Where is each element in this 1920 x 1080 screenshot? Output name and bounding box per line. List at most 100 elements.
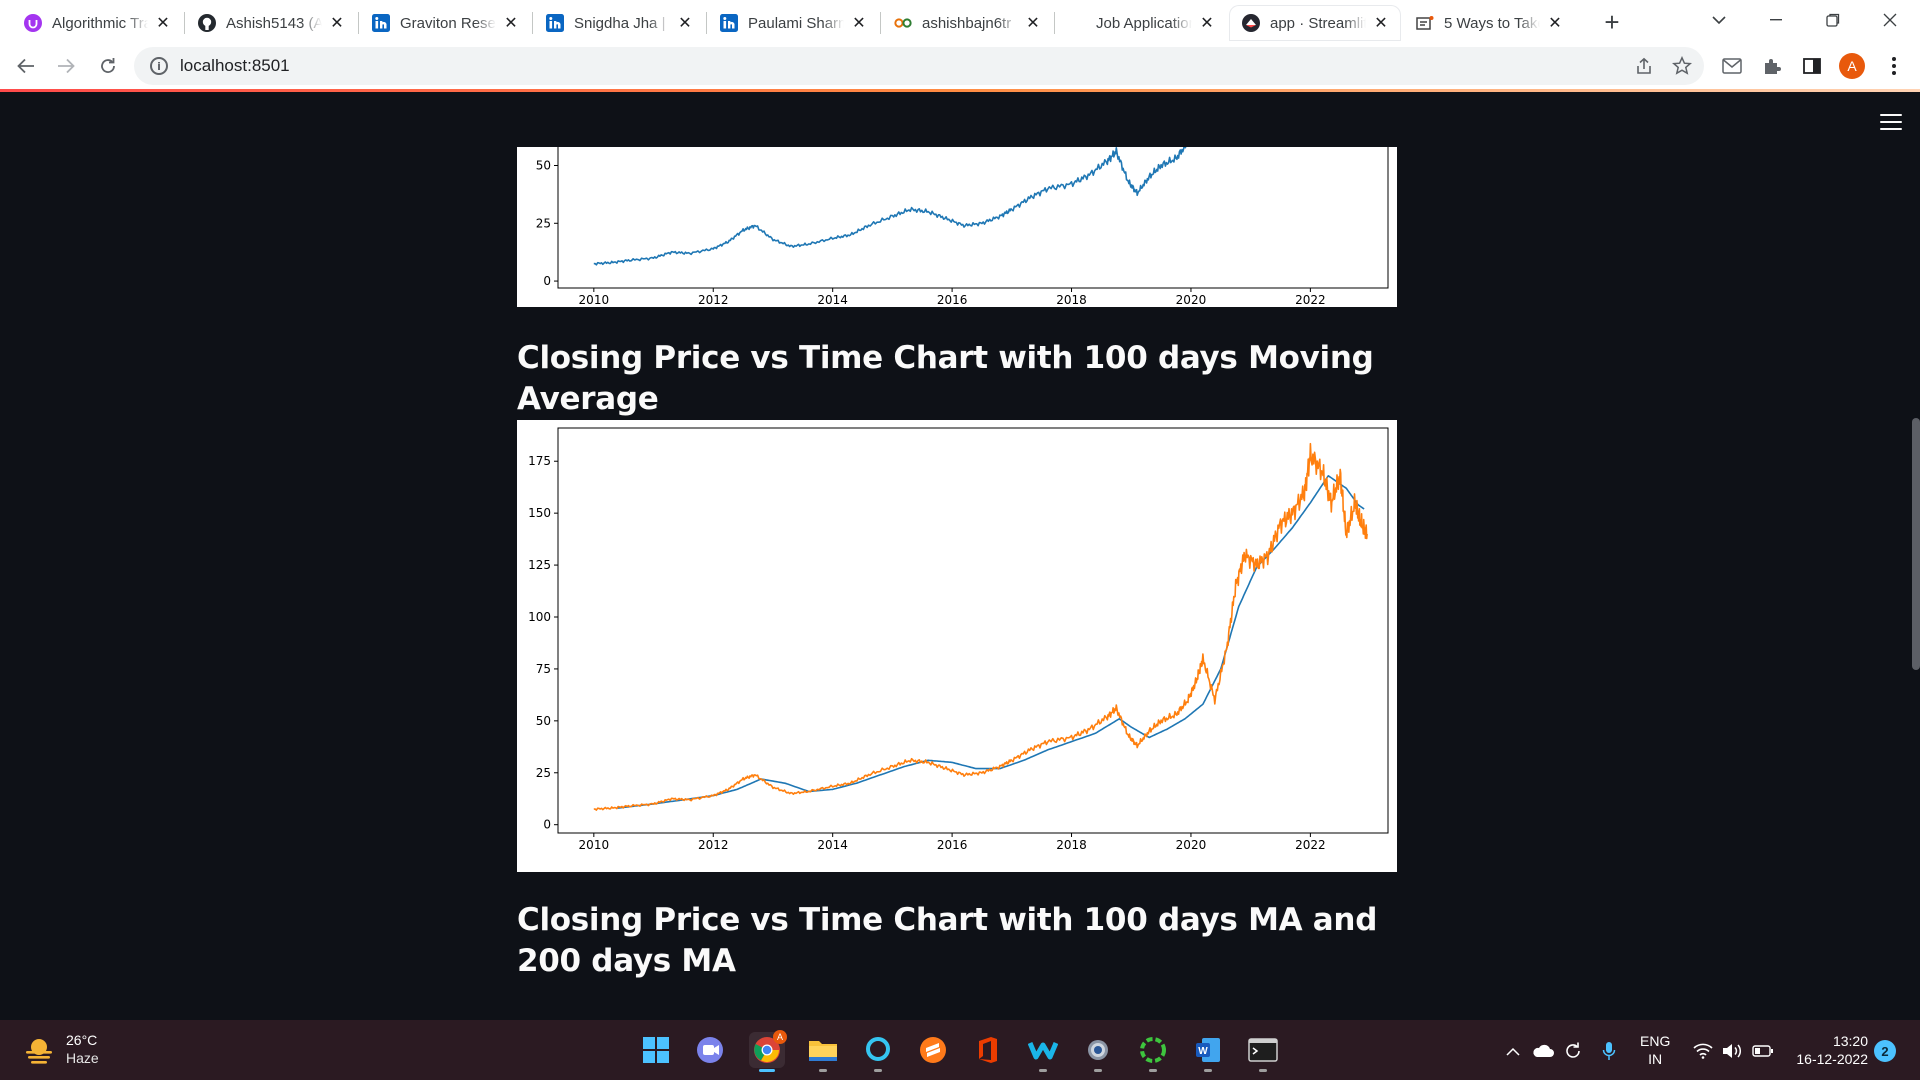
- share-icon[interactable]: [1630, 52, 1658, 80]
- system-clock[interactable]: 13:20 16-12-2022: [1790, 1032, 1868, 1068]
- close-tab-icon[interactable]: ✕: [1024, 14, 1042, 32]
- minimize-window-icon[interactable]: [1756, 4, 1796, 36]
- start-icon[interactable]: [638, 1032, 674, 1068]
- close-tab-icon[interactable]: ✕: [502, 14, 520, 32]
- sync-icon[interactable]: [1562, 1040, 1584, 1062]
- teams-chat-icon[interactable]: [693, 1032, 729, 1068]
- x-tick-label: 2010: [579, 838, 610, 852]
- x-tick-label: 2020: [1176, 838, 1207, 852]
- side-panel-icon[interactable]: [1798, 52, 1826, 80]
- hamburger-menu-icon[interactable]: [1880, 114, 1902, 130]
- ma100-chart-svg: 2010 2012 2014 2016 2018 2020 2022 0 25 50 75 100 12…: [528, 427, 1389, 852]
- browser-toolbar: i localhost:8501 A: [0, 42, 1920, 90]
- restore-window-icon[interactable]: [1813, 4, 1853, 36]
- site-info-icon[interactable]: i: [150, 57, 168, 75]
- close-tab-icon[interactable]: ✕: [1546, 14, 1564, 32]
- close-tab-icon[interactable]: ✕: [154, 14, 172, 32]
- wifi-icon[interactable]: [1692, 1040, 1714, 1062]
- onedrive-cloud-icon[interactable]: [1532, 1040, 1554, 1062]
- browser-tab[interactable]: Ashish5143 (Ashish ✕: [186, 6, 356, 40]
- y-tick-label: 125: [528, 558, 551, 572]
- x-tick-label: 2022: [1295, 838, 1326, 852]
- linkedin-icon: [546, 14, 564, 32]
- cortana-icon[interactable]: [860, 1032, 896, 1072]
- weather-condition: Haze: [66, 1050, 99, 1066]
- browser-tab-title: Paulami Sharma: [748, 14, 844, 32]
- y-tick-label: 150: [528, 506, 551, 520]
- close-window-icon[interactable]: [1870, 4, 1910, 36]
- browser-tab-title: Job Application: [1096, 14, 1192, 32]
- show-hidden-icons-chevron-icon[interactable]: [1502, 1040, 1524, 1062]
- reload-icon[interactable]: [92, 50, 124, 82]
- close-tab-icon[interactable]: ✕: [850, 14, 868, 32]
- browser-tab-title: Ashish5143 (Ashish: [226, 14, 322, 32]
- back-arrow-icon[interactable]: [10, 50, 42, 82]
- weather-widget[interactable]: 26°C Haze: [22, 1032, 99, 1067]
- profile-avatar[interactable]: A: [1839, 53, 1865, 79]
- microphone-icon[interactable]: [1598, 1040, 1620, 1062]
- x-tick-label: 2014: [817, 293, 848, 307]
- forward-arrow-icon[interactable]: [50, 50, 82, 82]
- y-tick-label: 50: [536, 158, 551, 172]
- ma100-chart: 2010 2012 2014 2016 2018 2020 2022 0 25 50 75 100 12…: [517, 420, 1397, 872]
- browser-tab[interactable]: 5 Ways to Take ✕: [1404, 6, 1574, 40]
- y-tick-label: 175: [528, 454, 551, 468]
- kebab-menu-icon[interactable]: [1880, 52, 1908, 80]
- terminal-icon[interactable]: [1245, 1032, 1281, 1072]
- extensions-puzzle-icon[interactable]: [1758, 52, 1786, 80]
- tab-separator: [358, 12, 359, 34]
- close-tab-icon[interactable]: ✕: [1372, 14, 1390, 32]
- browser-tab-strip: Algorithmic Trading✕Ashish5143 (Ashish✕G…: [0, 0, 1920, 42]
- word-icon[interactable]: W: [1190, 1032, 1226, 1072]
- browser-tab[interactable]: Paulami Sharma ✕: [708, 6, 878, 40]
- browser-tab[interactable]: Algorithmic Trading ✕: [12, 6, 182, 40]
- url-text[interactable]: localhost:8501: [180, 56, 290, 76]
- volume-icon[interactable]: [1722, 1040, 1744, 1062]
- sublime-icon[interactable]: [915, 1032, 951, 1068]
- browser-tab[interactable]: ashishbajn6tr ✕: [882, 6, 1052, 40]
- series-line-1: [593, 442, 1368, 811]
- close-tab-icon[interactable]: ✕: [676, 14, 694, 32]
- x-tick-label: 2012: [698, 838, 729, 852]
- y-tick-label: 25: [536, 766, 551, 780]
- linkedin-icon: [720, 14, 738, 32]
- closing-price-chart: 2010 2012 2014 2016 2018 2020 2022 0 25 50: [517, 147, 1397, 307]
- clock-time: 13:20: [1832, 1033, 1868, 1049]
- browser-tab[interactable]: Snigdha Jha | LinkedIn ✕: [534, 6, 704, 40]
- settings-icon[interactable]: [1080, 1032, 1116, 1072]
- notification-count-badge[interactable]: 2: [1874, 1040, 1896, 1062]
- office-icon[interactable]: [970, 1032, 1006, 1068]
- browser-tab[interactable]: Graviton Research ✕: [360, 6, 530, 40]
- y-tick-label: 75: [536, 662, 551, 676]
- file-explorer-icon[interactable]: [805, 1032, 841, 1072]
- series-line-0: [593, 147, 1187, 266]
- browser-tab-active[interactable]: app · Streamlit ✕: [1230, 6, 1400, 40]
- address-bar[interactable]: i localhost:8501: [134, 47, 1704, 85]
- heading-ma100: Closing Price vs Time Chart with 100 day…: [517, 340, 1374, 417]
- linkedin-icon: [372, 14, 390, 32]
- webex-icon[interactable]: [1025, 1032, 1061, 1072]
- input-language-indicator[interactable]: ENG IN: [1640, 1032, 1670, 1068]
- close-tab-icon[interactable]: ✕: [328, 14, 346, 32]
- mail-extension-icon[interactable]: [1718, 52, 1746, 80]
- streamlit-icon: [1242, 14, 1260, 32]
- y-tick-label: 50: [536, 714, 551, 728]
- browser-tab[interactable]: Job Application ✕: [1056, 6, 1226, 40]
- new-tab-button[interactable]: +: [1596, 6, 1628, 38]
- battery-icon[interactable]: [1752, 1040, 1774, 1062]
- browser-tab-title: ashishbajn6tr: [922, 14, 1012, 32]
- x-tick-label: 2022: [1295, 293, 1326, 307]
- cycle-icon[interactable]: [1135, 1032, 1171, 1072]
- x-tick-label: 2020: [1176, 293, 1207, 307]
- chrome-icon[interactable]: A: [749, 1030, 787, 1072]
- page-scrollbar[interactable]: [1912, 418, 1920, 670]
- x-tick-label: 2014: [817, 838, 848, 852]
- streamlit-app-view[interactable]: 2010 2012 2014 2016 2018 2020 2022 0 25 50 Closin…: [0, 92, 1920, 1020]
- browser-tab-title: Snigdha Jha | LinkedIn: [574, 14, 670, 32]
- tab-separator: [184, 12, 185, 34]
- tab-search-chevron-icon[interactable]: [1699, 4, 1739, 36]
- colab-icon: [894, 14, 912, 32]
- close-tab-icon[interactable]: ✕: [1198, 14, 1216, 32]
- bookmark-star-icon[interactable]: [1668, 52, 1696, 80]
- x-tick-label: 2012: [698, 293, 729, 307]
